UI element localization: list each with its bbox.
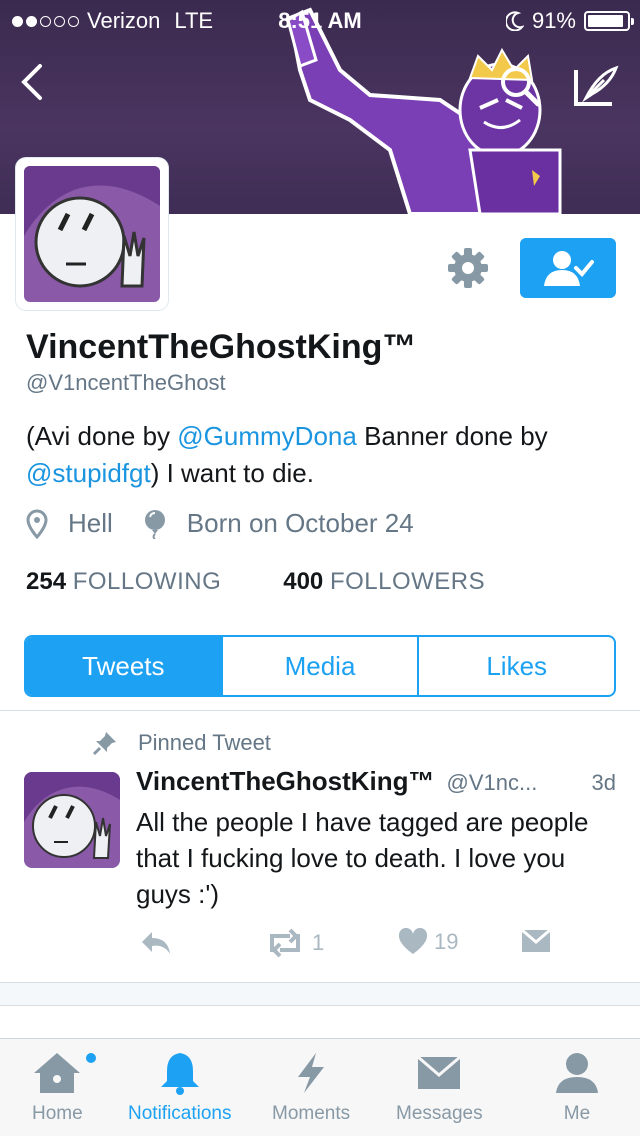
profile-stats: 254 FOLLOWING 400 FOLLOWERS xyxy=(26,568,547,596)
tweet-header: VincentTheGhostKing™ @V1nc... 3d xyxy=(136,766,616,797)
tweet-text[interactable]: All the people I have tagged are people … xyxy=(136,804,620,912)
followers-stat[interactable]: 400 FOLLOWERS xyxy=(283,568,485,596)
location: Hell xyxy=(26,508,113,539)
person-check-icon xyxy=(544,251,594,286)
tab-media[interactable]: Media xyxy=(220,637,418,695)
pinned-label: Pinned Tweet xyxy=(138,730,271,755)
location-pin-icon xyxy=(26,508,48,539)
profile-avatar[interactable] xyxy=(16,158,168,310)
compose-tweet-button[interactable] xyxy=(570,60,622,112)
heart-icon xyxy=(398,928,428,954)
search-icon xyxy=(501,67,541,107)
person-icon xyxy=(556,1053,598,1093)
tweet-author-handle: @V1nc... xyxy=(446,770,538,795)
home-icon xyxy=(34,1053,81,1093)
bio-mention-link[interactable]: @stupidfgt xyxy=(26,458,151,488)
divider xyxy=(0,710,640,711)
tab-home[interactable]: Home xyxy=(32,1051,83,1125)
profile-bio: (Avi done by @GummyDona Banner done by @… xyxy=(26,418,616,492)
following-count: 254 xyxy=(26,568,67,595)
bio-mention-link[interactable]: @GummyDona xyxy=(177,421,357,451)
tab-home-label: Home xyxy=(32,1103,83,1124)
tab-tweets[interactable]: Tweets xyxy=(26,637,221,695)
birthday-text: Born on October 24 xyxy=(186,508,414,538)
tweet-actions: 1 19 xyxy=(136,928,556,964)
birthday: Born on October 24 xyxy=(143,508,414,539)
location-text: Hell xyxy=(68,508,113,538)
bottom-tab-bar: Home Notifications Moments Messages Me xyxy=(0,1038,640,1136)
tab-notifications[interactable]: Notifications xyxy=(128,1051,232,1125)
compose-feather-icon xyxy=(574,65,619,106)
status-bar: Verizon LTE 8:51 AM 91% xyxy=(0,0,640,40)
avatar-image xyxy=(24,166,160,302)
tab-messages-label: Messages xyxy=(396,1103,483,1124)
moon-icon xyxy=(505,11,524,31)
profile-handle: @V1ncentTheGhost xyxy=(26,370,226,395)
tab-me-label: Me xyxy=(563,1103,591,1124)
envelope-icon xyxy=(521,928,551,952)
bio-text: Banner done by xyxy=(356,421,548,451)
back-button[interactable] xyxy=(14,60,50,104)
lightning-icon xyxy=(298,1053,325,1093)
notification-dot xyxy=(86,1053,96,1063)
timeline-separator xyxy=(0,982,640,1006)
tab-notifications-label: Notifications xyxy=(128,1103,232,1124)
profile-display-name: VincentTheGhostKing™ xyxy=(26,328,417,366)
tab-messages[interactable]: Messages xyxy=(396,1051,483,1125)
following-stat[interactable]: 254 FOLLOWING xyxy=(26,568,221,596)
settings-button[interactable] xyxy=(444,244,492,292)
reply-icon xyxy=(142,932,170,954)
following-button[interactable] xyxy=(520,238,616,298)
tweet-avatar[interactable] xyxy=(24,772,120,868)
followers-count: 400 xyxy=(283,568,324,595)
envelope-icon xyxy=(417,1055,462,1089)
retweet-button[interactable]: 1 xyxy=(264,928,324,958)
status-right: 91% xyxy=(505,8,634,34)
tab-likes[interactable]: Likes xyxy=(417,637,614,695)
retweet-count: 1 xyxy=(312,930,325,955)
profile-meta: Hell Born on October 24 xyxy=(26,508,444,539)
like-count: 19 xyxy=(434,929,459,954)
bell-icon xyxy=(160,1053,199,1095)
battery-fill xyxy=(588,15,623,27)
search-button[interactable] xyxy=(496,62,544,110)
tab-moments-label: Moments xyxy=(272,1103,351,1124)
following-label: FOLLOWING xyxy=(72,568,222,595)
tab-me[interactable]: Me xyxy=(552,1051,602,1125)
retweet-icon xyxy=(270,928,300,958)
tweet-author-name[interactable]: VincentTheGhostKing™ xyxy=(136,766,435,797)
pin-icon xyxy=(92,732,116,756)
battery-icon xyxy=(584,11,634,31)
profile-tabs: Tweets Media Likes xyxy=(24,635,616,697)
followers-label: FOLLOWERS xyxy=(329,568,486,595)
chevron-left-icon xyxy=(21,64,42,100)
pinned-indicator: Pinned Tweet xyxy=(92,730,271,756)
reply-button[interactable] xyxy=(138,928,178,958)
battery-percent: 91% xyxy=(531,8,576,33)
gear-icon xyxy=(448,248,488,288)
like-button[interactable]: 19 xyxy=(398,928,458,956)
direct-message-button[interactable] xyxy=(520,928,558,954)
balloon-icon xyxy=(144,509,165,539)
bio-text: (Avi done by xyxy=(26,421,178,451)
tab-moments[interactable]: Moments xyxy=(272,1051,350,1125)
tweet-timestamp: 3d xyxy=(591,770,616,795)
bio-text: ) I want to die. xyxy=(150,458,314,488)
